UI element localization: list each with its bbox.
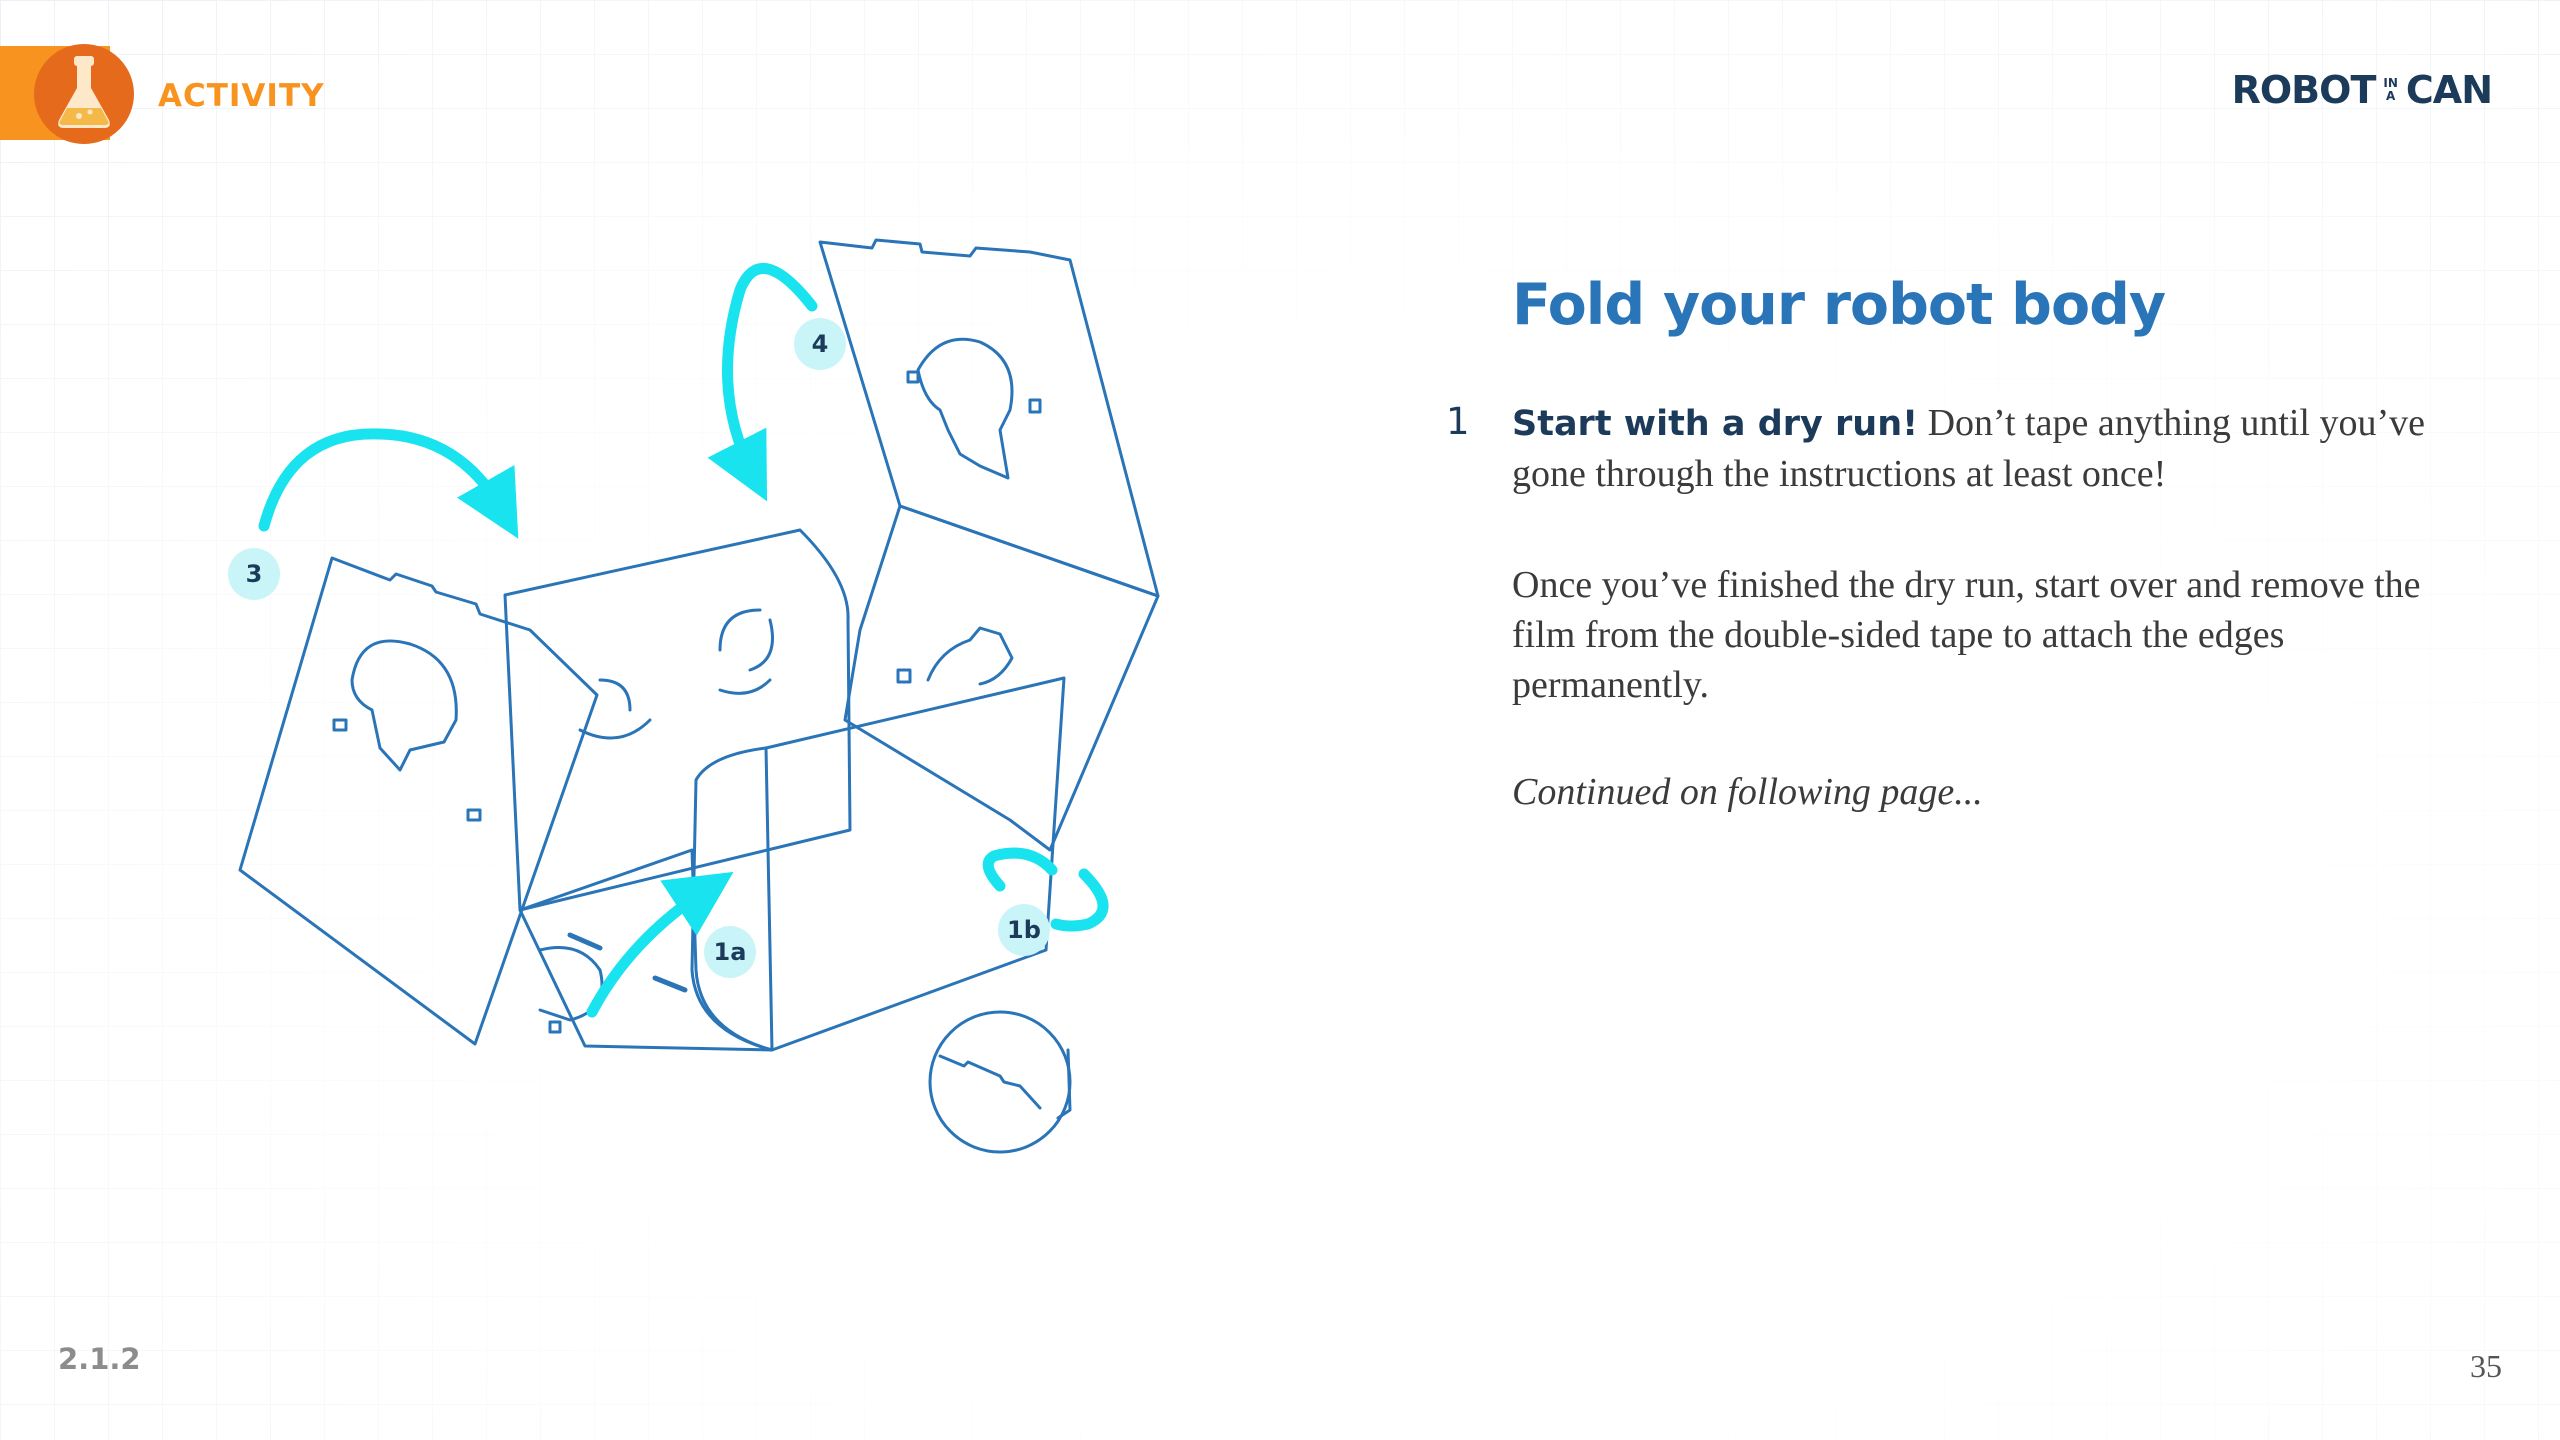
brand-word-robot: ROBOT [2231,68,2377,112]
instruction-paragraph: Once you’ve finished the dry run, start … [1512,564,2421,706]
flask-icon [58,56,110,128]
page-title: Fold your robot body [1512,272,2166,338]
badge-step-1b: 1b [998,904,1050,956]
arrow-step-1a [586,871,734,1018]
step-lead: Start with a dry run! [1512,404,1919,444]
brand-word-can: CAN [2405,68,2493,112]
brand-logo: ROBOT IN A CAN [2231,68,2493,112]
step-number: 1 [1446,400,1470,443]
brand-small: IN A [2383,77,2398,103]
arrow-step-4 [707,263,818,502]
page-number: 35 [2470,1348,2502,1384]
robot-body-folding-diagram: 4 3 1a 1b [228,238,1160,1154]
svg-text:1b: 1b [1007,916,1041,944]
badge-step-1a: 1a [704,926,756,978]
continued-note: Continued on following page... [1512,771,1983,813]
badge-step-4: 4 [794,318,846,370]
panel-front-left [238,556,599,1046]
activity-label: ACTIVITY [158,78,325,114]
panel-right [843,504,1160,852]
panel-top-right [818,238,1160,598]
section-number: 2.1.2 [58,1342,141,1376]
brand-small-bottom: A [2385,89,2396,103]
activity-badge [34,44,134,144]
step-instruction: Start with a dry run! Don’t tape anythin… [1512,398,2452,499]
svg-text:1a: 1a [714,938,747,966]
svg-text:4: 4 [812,330,829,358]
arrow-step-3 [258,428,519,539]
panel-front-flap [690,676,1066,1052]
panel-back-left [503,528,852,912]
badge-step-3: 3 [228,548,280,600]
svg-text:3: 3 [246,560,263,588]
detail-magnifier [928,1010,1072,1154]
